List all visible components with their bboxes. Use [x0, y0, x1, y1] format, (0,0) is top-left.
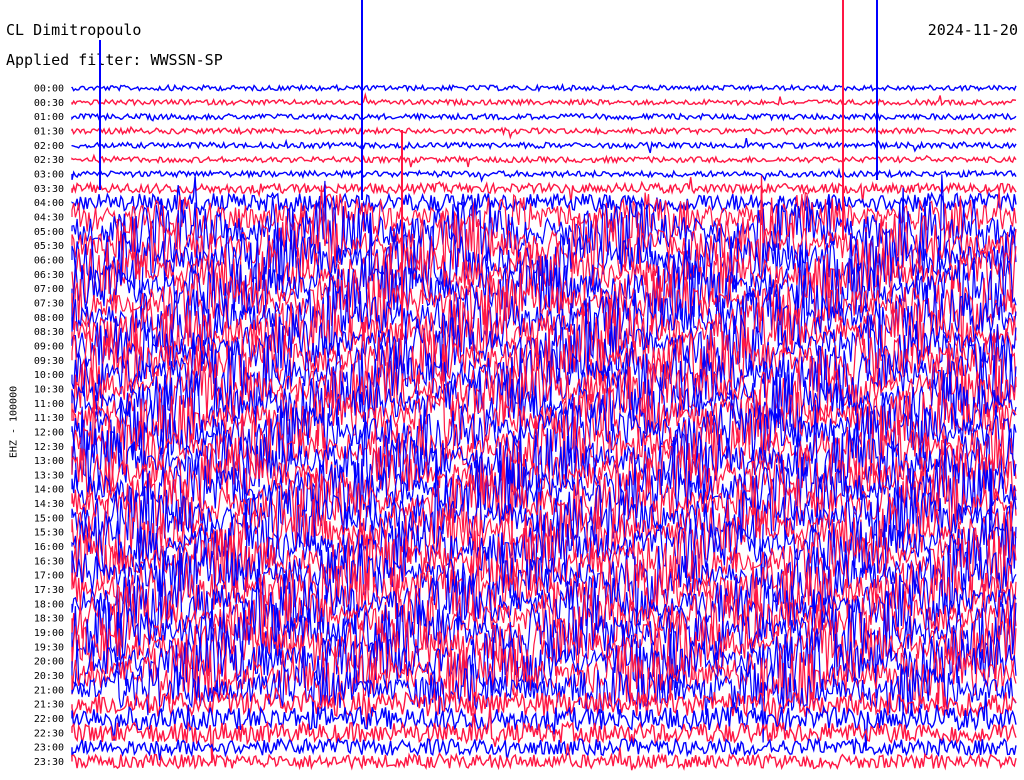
time-tick-label: 01:00 — [34, 112, 64, 123]
time-tick-label: 04:00 — [34, 198, 64, 209]
time-tick-label: 04:30 — [34, 212, 64, 223]
time-tick-label: 22:30 — [34, 728, 64, 739]
helicorder-plot: 00:00 00:30 01:00 01:30 02:00 02:30 03:00 03:30… — [34, 0, 1017, 771]
time-tick-label: 11:00 — [34, 399, 64, 410]
time-tick-label: 12:30 — [34, 442, 64, 453]
time-tick-label: 08:00 — [34, 313, 64, 324]
time-tick-label: 20:30 — [34, 671, 64, 682]
time-tick-label: 09:00 — [34, 341, 64, 352]
time-tick-label: 08:30 — [34, 327, 64, 338]
time-tick-label: 05:30 — [34, 241, 64, 252]
time-tick-label: 16:30 — [34, 556, 64, 567]
trace-line — [71, 92, 1017, 107]
time-tick-label: 14:00 — [34, 485, 64, 496]
time-tick-label: 19:00 — [34, 628, 64, 639]
trace-line — [71, 153, 1017, 168]
time-tick-label: 15:00 — [34, 513, 64, 524]
time-tick-label: 06:30 — [34, 270, 64, 281]
time-tick-label: 00:30 — [34, 98, 64, 109]
time-tick-label: 05:00 — [34, 227, 64, 238]
time-tick-label: 02:00 — [34, 141, 64, 152]
time-tick-label: 10:30 — [34, 384, 64, 395]
time-tick-label: 01:30 — [34, 126, 64, 137]
time-tick-label: 15:30 — [34, 528, 64, 539]
time-tick-label: 21:00 — [34, 685, 64, 696]
time-tick-label: 10:00 — [34, 370, 64, 381]
time-tick-label: 22:00 — [34, 714, 64, 725]
time-tick-label: 20:00 — [34, 657, 64, 668]
trace-line — [71, 743, 1017, 771]
time-tick-label: 06:00 — [34, 255, 64, 266]
trace-line — [71, 137, 1017, 154]
time-tick-label: 07:30 — [34, 298, 64, 309]
time-tick-label: 17:30 — [34, 585, 64, 596]
time-tick-label: 19:30 — [34, 642, 64, 653]
time-tick-label: 00:00 — [34, 84, 64, 95]
trace-line — [71, 167, 1017, 183]
time-tick-label: 18:00 — [34, 599, 64, 610]
time-tick-label: 09:30 — [34, 356, 64, 367]
trace-line — [71, 125, 1017, 140]
trace-line — [71, 111, 1017, 122]
seismic-traces — [71, 0, 1017, 771]
time-axis: 00:00 00:30 01:00 01:30 02:00 02:30 03:00 03:30… — [34, 84, 64, 769]
time-tick-label: 17:00 — [34, 571, 64, 582]
time-tick-label: 13:30 — [34, 470, 64, 481]
time-tick-label: 03:30 — [34, 184, 64, 195]
time-tick-label: 07:00 — [34, 284, 64, 295]
time-tick-label: 02:30 — [34, 155, 64, 166]
time-tick-label: 23:00 — [34, 743, 64, 754]
time-tick-label: 12:00 — [34, 427, 64, 438]
time-tick-label: 14:30 — [34, 499, 64, 510]
time-tick-label: 11:30 — [34, 413, 64, 424]
time-tick-label: 18:30 — [34, 614, 64, 625]
time-tick-label: 21:30 — [34, 700, 64, 711]
time-tick-label: 13:00 — [34, 456, 64, 467]
time-tick-label: 16:00 — [34, 542, 64, 553]
time-tick-label: 23:30 — [34, 757, 64, 768]
time-tick-label: 03:00 — [34, 169, 64, 180]
trace-line — [71, 82, 1017, 93]
